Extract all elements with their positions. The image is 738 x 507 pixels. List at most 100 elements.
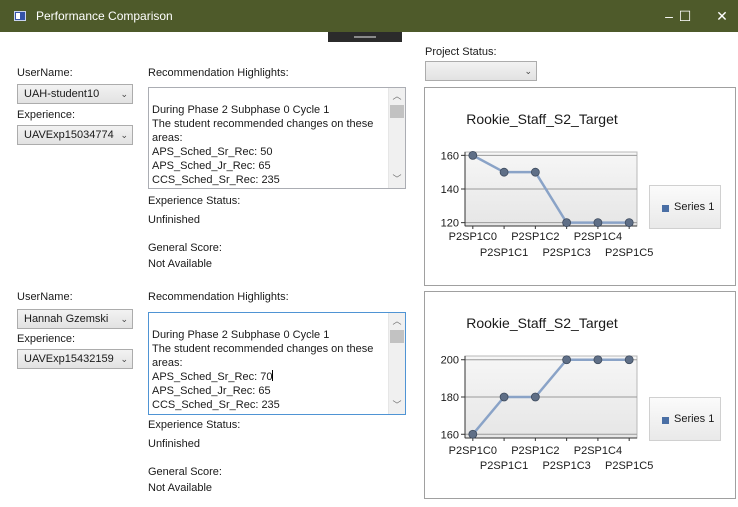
x-tick-label: P2SP1C4 <box>574 231 622 243</box>
project-status-label: Project Status: <box>425 46 497 58</box>
y-tick-label: 160 <box>441 150 459 162</box>
chart-legend: Series 1 <box>649 397 721 441</box>
data-point <box>624 355 634 365</box>
recommendation-line-with-caret: APS_Sched_Sr_Rec: 70 <box>152 370 380 384</box>
scroll-thumb[interactable] <box>390 330 404 343</box>
experience-combo[interactable]: UAVExp15432159 ⌄ <box>17 349 133 369</box>
y-tick-label: 200 <box>441 355 459 367</box>
experience-status-label: Experience Status: <box>148 419 241 431</box>
y-tick-label: 160 <box>441 429 459 441</box>
general-score-label: General Score: <box>148 242 222 254</box>
legend-label: Series 1 <box>674 201 715 213</box>
experience-value: UAVExp15034774 <box>24 129 114 141</box>
scroll-down-icon[interactable]: ﹀ <box>389 172 405 185</box>
recommendation-label: Recommendation Highlights: <box>148 291 289 303</box>
recommendation-textbox[interactable]: During Phase 2 Subphase 0 Cycle 1 The st… <box>148 87 406 189</box>
recommendation-textbox[interactable]: During Phase 2 Subphase 0 Cycle 1 The st… <box>148 312 406 415</box>
recommendation-line: APS_Sched_Sr_Rec: 50 <box>152 146 273 158</box>
experience-status-value: Unfinished <box>148 214 200 226</box>
line-chart: Rookie_Staff_S2_Target 160 180 200 P2SP1C0 P2… <box>441 315 654 472</box>
username-value: UAH-student10 <box>24 88 100 100</box>
recommendation-line: APS_Sched_Jr_Rec: 65 <box>152 160 271 172</box>
app-window-icon <box>14 11 26 21</box>
recommendation-line: The student recommended changes on these <box>152 118 374 130</box>
data-point <box>499 167 509 177</box>
x-tick-label: P2SP1C1 <box>480 247 528 259</box>
x-tick-label: P2SP1C3 <box>542 247 590 259</box>
chevron-down-icon: ⌄ <box>524 66 532 76</box>
chevron-down-icon: ⌄ <box>120 89 128 99</box>
scroll-up-icon[interactable]: ︿ <box>389 314 405 327</box>
recommendation-line: The student recommended changes on these <box>152 343 374 355</box>
vertical-scrollbar[interactable]: ︿ ﹀ <box>388 313 405 414</box>
recommendation-label: Recommendation Highlights: <box>148 67 289 79</box>
chevron-down-icon: ⌄ <box>120 314 128 324</box>
data-point <box>624 218 634 228</box>
x-tick-label: P2SP1C0 <box>449 231 497 243</box>
recommendation-line: During Phase 2 Subphase 0 Cycle 1 <box>152 329 330 341</box>
x-tick-label: P2SP1C5 <box>605 460 653 472</box>
close-button[interactable]: ✕ <box>706 0 738 32</box>
recommendation-line: CCS_Sched_Sr_Rec: 235 <box>152 174 280 186</box>
experience-status-label: Experience Status: <box>148 195 241 207</box>
maximize-button[interactable]: ☐ <box>662 0 708 32</box>
chevron-down-icon: ⌄ <box>120 354 128 364</box>
x-tick-label: P2SP1C2 <box>511 231 559 243</box>
x-tick-label: P2SP1C0 <box>449 445 497 457</box>
general-score-value: Not Available <box>148 482 213 494</box>
splitter-grip[interactable] <box>328 32 402 42</box>
x-tick-label: P2SP1C2 <box>511 445 559 457</box>
recommendation-line: APS_Sched_Sr_Rec: 70 <box>152 371 273 383</box>
chart-title: Rookie_Staff_S2_Target <box>466 111 618 127</box>
username-label: UserName: <box>17 67 73 79</box>
x-tick-label: P2SP1C3 <box>542 460 590 472</box>
legend-swatch <box>662 417 669 424</box>
username-label: UserName: <box>17 291 73 303</box>
y-tick-label: 180 <box>441 392 459 404</box>
y-tick-label: 120 <box>441 218 459 230</box>
chart-panel: Rookie_Staff_S2_Target 120 140 160 P2SP1C0 P2… <box>424 87 736 286</box>
chevron-down-icon: ⌄ <box>120 130 128 140</box>
window-title: Performance Comparison <box>36 9 173 23</box>
username-combo[interactable]: Hannah Gzemski ⌄ <box>17 309 133 329</box>
general-score-value: Not Available <box>148 258 213 270</box>
experience-combo[interactable]: UAVExp15034774 ⌄ <box>17 125 133 145</box>
text-caret <box>272 370 274 381</box>
scroll-down-icon[interactable]: ﹀ <box>389 398 405 411</box>
scroll-thumb[interactable] <box>390 105 404 118</box>
experience-label: Experience: <box>17 333 76 345</box>
recommendation-line: During Phase 2 Subphase 0 Cycle 1 <box>152 104 330 116</box>
x-tick-label: P2SP1C1 <box>480 460 528 472</box>
general-score-label: General Score: <box>148 466 222 478</box>
data-point <box>530 392 540 402</box>
chart-legend: Series 1 <box>649 185 721 229</box>
data-point <box>499 392 509 402</box>
data-point <box>468 150 478 160</box>
username-combo[interactable]: UAH-student10 ⌄ <box>17 84 133 104</box>
legend-swatch <box>662 205 669 212</box>
data-point <box>468 429 478 439</box>
username-value: Hannah Gzemski <box>24 313 109 325</box>
recommendation-line: areas: <box>152 132 183 144</box>
vertical-scrollbar[interactable]: ︿ ﹀ <box>388 88 405 188</box>
recommendation-line: CCS_Sched_Sr_Rec: 235 <box>152 399 280 411</box>
experience-value: UAVExp15432159 <box>24 353 114 365</box>
y-tick-label: 140 <box>441 184 459 196</box>
chart-panel: Rookie_Staff_S2_Target 160 180 200 P2SP1C0 P2… <box>424 291 736 499</box>
legend-label: Series 1 <box>674 413 715 425</box>
experience-status-value: Unfinished <box>148 438 200 450</box>
x-tick-label: P2SP1C5 <box>605 247 653 259</box>
recommendation-text: During Phase 2 Subphase 0 Cycle 1 The st… <box>152 328 380 412</box>
x-tick-label: P2SP1C4 <box>574 445 622 457</box>
recommendation-text: During Phase 2 Subphase 0 Cycle 1 The st… <box>152 103 380 187</box>
data-point <box>562 218 572 228</box>
chart-title: Rookie_Staff_S2_Target <box>466 315 618 331</box>
title-bar: Performance Comparison – ☐ ✕ <box>0 0 738 32</box>
data-point <box>530 167 540 177</box>
recommendation-line: APS_Sched_Jr_Rec: 65 <box>152 385 271 397</box>
project-status-combo[interactable]: ⌄ <box>425 61 537 81</box>
experience-label: Experience: <box>17 109 76 121</box>
recommendation-line: areas: <box>152 357 183 369</box>
scroll-up-icon[interactable]: ︿ <box>389 89 405 102</box>
data-point <box>593 218 603 228</box>
